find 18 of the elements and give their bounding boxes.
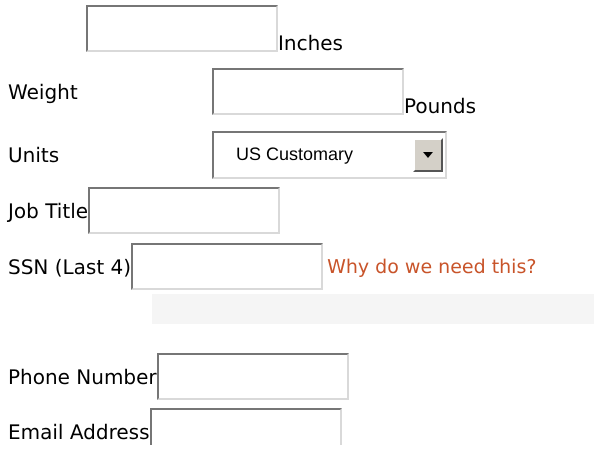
help-link[interactable]: Why do we need this? xyxy=(327,256,536,278)
field-label: Units xyxy=(8,142,60,166)
input-field[interactable] xyxy=(88,187,280,234)
input-field[interactable] xyxy=(212,68,404,115)
field-label: Phone Number xyxy=(8,364,157,388)
input-field[interactable] xyxy=(131,243,324,290)
field-label: SSN (Last 4) xyxy=(8,254,132,278)
field-label: Weight xyxy=(8,80,79,104)
unit-label: Pounds xyxy=(404,96,476,116)
dropdown-button[interactable] xyxy=(413,138,443,172)
unit-label: Inches xyxy=(278,33,343,53)
input-field[interactable] xyxy=(86,5,278,52)
input-field[interactable] xyxy=(156,353,349,400)
field-label: Email Address xyxy=(8,420,150,444)
field-label: Job Title xyxy=(8,198,88,222)
units-dropdown[interactable]: US Customary xyxy=(212,130,447,178)
caret-icon xyxy=(423,152,433,158)
input-field[interactable] xyxy=(150,408,342,445)
